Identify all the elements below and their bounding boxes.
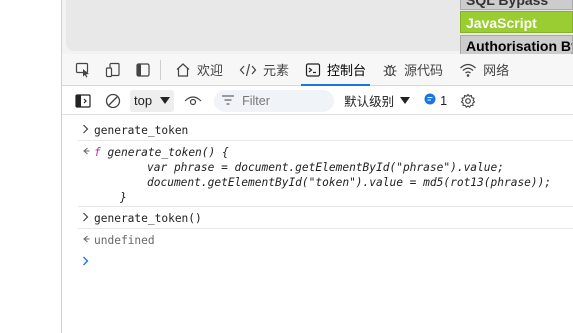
function-f-marker: f <box>94 146 101 159</box>
tab-elements[interactable]: 元素 <box>231 54 297 86</box>
console-icon <box>305 62 321 78</box>
issues-count: 1 <box>440 93 448 108</box>
devtools-panel: 欢迎 元素 控制台 源代码 网络 top Filter 默认级别 1 gener… <box>62 54 573 333</box>
tab-network[interactable]: 网络 <box>451 54 517 86</box>
message-icon <box>424 93 436 108</box>
bug-icon <box>382 62 398 78</box>
tab-console[interactable]: 控制台 <box>297 54 374 86</box>
side-menu: SQL Bypass JavaScript Authorisation Bypa… <box>460 0 573 55</box>
console-command-text: generate_token() <box>94 212 202 225</box>
tab-sources[interactable]: 源代码 <box>374 54 451 86</box>
tab-label: 元素 <box>263 63 290 78</box>
inspect-element-icon[interactable] <box>72 59 94 81</box>
filter-input[interactable]: Filter <box>214 89 335 112</box>
console-divider <box>78 206 573 207</box>
prompt-chevron-icon <box>82 256 90 269</box>
settings-gear-icon[interactable] <box>457 90 479 112</box>
return-arrow-icon <box>82 146 90 159</box>
menu-item-sql-bypass[interactable]: SQL Bypass <box>460 0 573 10</box>
caret-down-icon <box>400 94 411 108</box>
context-selector[interactable]: top <box>130 89 175 112</box>
menu-item-javascript[interactable]: JavaScript <box>460 11 573 33</box>
filter-icon <box>222 94 235 108</box>
live-expression-eye-icon[interactable] <box>182 90 204 112</box>
tab-label: 源代码 <box>404 63 444 78</box>
return-arrow-icon <box>82 234 90 247</box>
dock-side-icon[interactable] <box>132 59 154 81</box>
tab-label: 控制台 <box>327 63 367 78</box>
console-divider <box>78 228 573 229</box>
issues-badge[interactable]: 1 <box>424 93 447 108</box>
chevron-right-icon <box>82 124 90 137</box>
tabbar-separator <box>160 59 161 80</box>
log-level-dropdown[interactable]: 默认级别 <box>344 91 411 110</box>
function-body-text-1: var phrase = document.getElementById("ph… <box>147 161 504 174</box>
web-page-area: SQL Bypass JavaScript Authorisation Bypa… <box>62 0 573 55</box>
tab-label: 网络 <box>483 63 510 78</box>
function-body-text-2: document.getElementById("token").value =… <box>147 176 552 189</box>
console-divider <box>78 140 573 141</box>
chevron-right-icon <box>82 212 90 225</box>
page-left-margin <box>0 0 62 333</box>
sidebar-toggle-icon[interactable] <box>72 90 94 112</box>
code-tags-icon <box>239 62 257 78</box>
function-sig-text: generate_token() { <box>107 146 229 159</box>
tab-label: 欢迎 <box>197 63 224 78</box>
devtools-tabbar: 欢迎 元素 控制台 源代码 网络 <box>62 54 573 86</box>
log-level-value: 默认级别 <box>344 95 395 109</box>
device-emulation-icon[interactable] <box>102 59 124 81</box>
result-undefined: undefined <box>94 234 155 247</box>
console-command-text: generate_token <box>94 124 189 137</box>
home-icon <box>175 62 191 78</box>
function-signature: f generate_token() { <box>94 146 229 159</box>
menu-item-authorisation-bypass[interactable]: Authorisation Bypass <box>460 35 573 55</box>
filter-placeholder: Filter <box>242 93 270 108</box>
wifi-icon <box>459 62 477 78</box>
function-close-brace: } <box>120 191 127 204</box>
caret-down-icon <box>160 93 171 108</box>
tab-welcome[interactable]: 欢迎 <box>167 54 231 86</box>
clear-console-icon[interactable] <box>102 90 124 112</box>
console-output: generate_token f generate_token() { var … <box>62 116 573 333</box>
console-toolbar: top Filter 默认级别 1 <box>62 87 573 115</box>
context-value: top <box>134 93 153 108</box>
